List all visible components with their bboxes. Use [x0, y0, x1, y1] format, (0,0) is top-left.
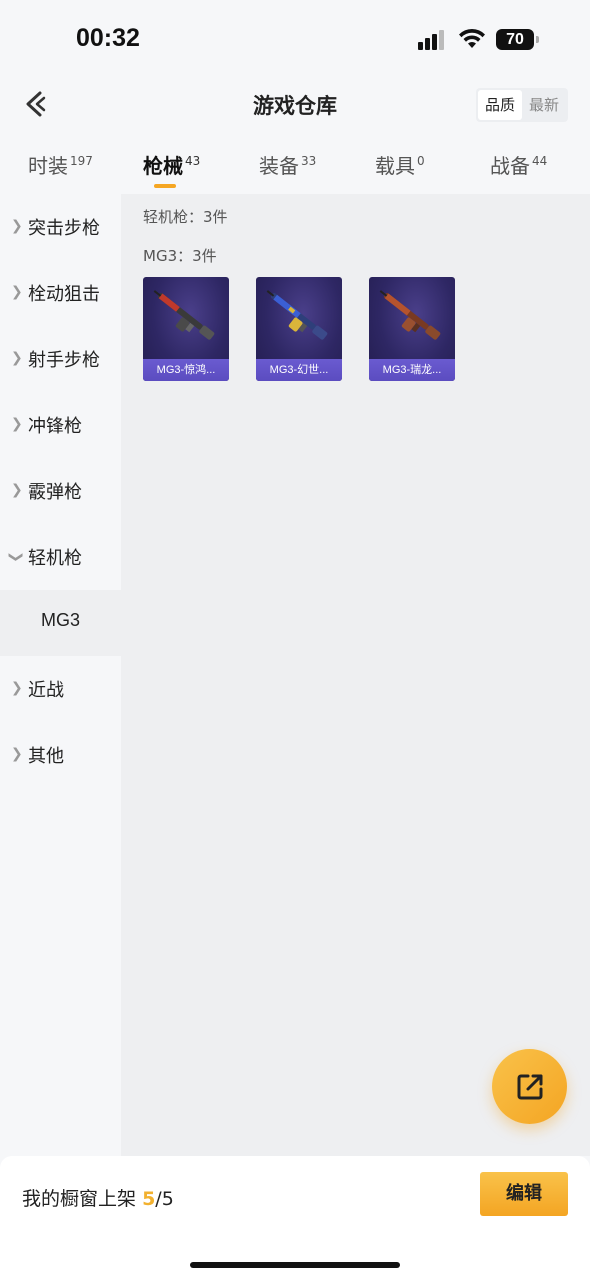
tab-label: 载具	[375, 154, 415, 178]
sort-toggle: 品质 最新	[475, 88, 568, 122]
tab-label: 时装	[28, 154, 68, 178]
weapon-skin-card[interactable]: MG3-惊鸿...	[143, 277, 229, 381]
share-button[interactable]	[492, 1049, 567, 1124]
sidebar-item-melee[interactable]: ❯ 近战	[0, 656, 121, 722]
machine-gun-icon	[266, 290, 328, 340]
tab-vehicles[interactable]: 载具 0	[375, 150, 425, 179]
tab-firearms[interactable]: 枪械 43	[143, 150, 200, 179]
chevron-right-icon: ❯	[11, 284, 23, 300]
chevron-right-icon: ❯	[11, 746, 23, 762]
sidebar-item-bolt-sniper[interactable]: ❯ 栓动狙击	[0, 260, 121, 326]
sidebar-item-label: 射手步枪	[28, 350, 100, 371]
tab-combat-gear[interactable]: 战备 44	[490, 150, 547, 179]
sidebar-item-label: 近战	[28, 680, 64, 701]
share-external-icon	[517, 1074, 543, 1100]
sidebar-subitem-label: MG3	[40, 610, 80, 630]
sidebar-item-assault-rifle[interactable]: ❯ 突击步枪	[0, 194, 121, 260]
home-indicator	[190, 1262, 400, 1268]
shelf-status: 我的橱窗上架 5/5	[22, 1184, 174, 1211]
sidebar-item-marksman-rifle[interactable]: ❯ 射手步枪	[0, 326, 121, 392]
header: 游戏仓库 品质 最新	[0, 80, 590, 130]
tab-count: 0	[417, 154, 425, 168]
weapon-skin-name: MG3-瑞龙...	[369, 359, 455, 381]
wifi-icon	[459, 28, 485, 48]
cellular-signal-icon	[418, 30, 448, 50]
sidebar-item-label: 栓动狙击	[28, 284, 100, 305]
chevron-right-icon: ❯	[11, 218, 23, 234]
sort-by-newest-button[interactable]: 最新	[522, 90, 566, 120]
sidebar-item-label: 冲锋枪	[28, 416, 82, 437]
battery-icon: 70	[496, 29, 539, 50]
tab-count: 44	[532, 154, 548, 168]
weapon-skin-name: MG3-惊鸿...	[143, 359, 229, 381]
sidebar-item-shotgun[interactable]: ❯ 霰弹枪	[0, 458, 121, 524]
category-tabs: 时装 197 枪械 43 装备 33 载具 0 战备 44	[0, 140, 590, 192]
tab-label: 枪械	[143, 154, 183, 178]
subcategory-summary: MG3：3件	[143, 247, 217, 265]
tab-label: 装备	[259, 154, 299, 178]
sort-by-quality-button[interactable]: 品质	[477, 90, 522, 120]
sidebar-item-label: 霰弹枪	[28, 482, 82, 503]
sidebar-item-label: 突击步枪	[28, 218, 100, 239]
weapon-skin-card[interactable]: MG3-瑞龙...	[369, 277, 455, 381]
chevron-right-icon: ❯	[11, 416, 23, 432]
sidebar-item-label: 其他	[28, 746, 64, 767]
active-tab-indicator	[154, 184, 176, 188]
status-bar: 00:32 70	[0, 0, 590, 80]
status-time: 00:32	[76, 24, 140, 52]
sidebar-item-label: 轻机枪	[28, 548, 82, 569]
tab-fashion[interactable]: 时装 197	[28, 150, 93, 179]
sidebar-item-smg[interactable]: ❯ 冲锋枪	[0, 392, 121, 458]
machine-gun-icon	[379, 290, 441, 340]
chevron-right-icon: ❯	[11, 350, 23, 366]
category-summary: 轻机枪：3件	[143, 208, 228, 226]
tab-count: 33	[301, 154, 317, 168]
sidebar-item-lmg[interactable]: ❯ 轻机枪	[0, 524, 121, 590]
weapon-skin-name: MG3-幻世...	[256, 359, 342, 381]
chevron-right-icon: ❯	[11, 680, 23, 696]
item-grid-panel: 轻机枪：3件 MG3：3件 MG3-惊鸿... MG3-幻世... MG3-瑞龙…	[121, 194, 590, 1156]
tab-label: 战备	[490, 154, 530, 178]
shelf-total: /5	[155, 1188, 174, 1210]
tab-equipment[interactable]: 装备 33	[259, 150, 316, 179]
tab-count: 197	[70, 154, 93, 168]
chevron-down-icon: ❯	[7, 551, 24, 563]
shelf-label: 我的橱窗上架	[22, 1188, 137, 1210]
edit-button[interactable]: 编辑	[480, 1172, 568, 1216]
chevron-right-icon: ❯	[11, 482, 23, 498]
weapon-skin-card[interactable]: MG3-幻世...	[256, 277, 342, 381]
machine-gun-icon	[153, 290, 215, 340]
sidebar-subitem-mg3[interactable]: MG3	[0, 590, 121, 656]
sidebar-item-other[interactable]: ❯ 其他	[0, 722, 121, 788]
shelf-count: 5	[142, 1188, 156, 1210]
tab-count: 43	[185, 154, 201, 168]
weapon-type-sidebar: ❯ 突击步枪 ❯ 栓动狙击 ❯ 射手步枪 ❯ 冲锋枪 ❯ 霰弹枪 ❯ 轻机枪 M…	[0, 194, 121, 1156]
